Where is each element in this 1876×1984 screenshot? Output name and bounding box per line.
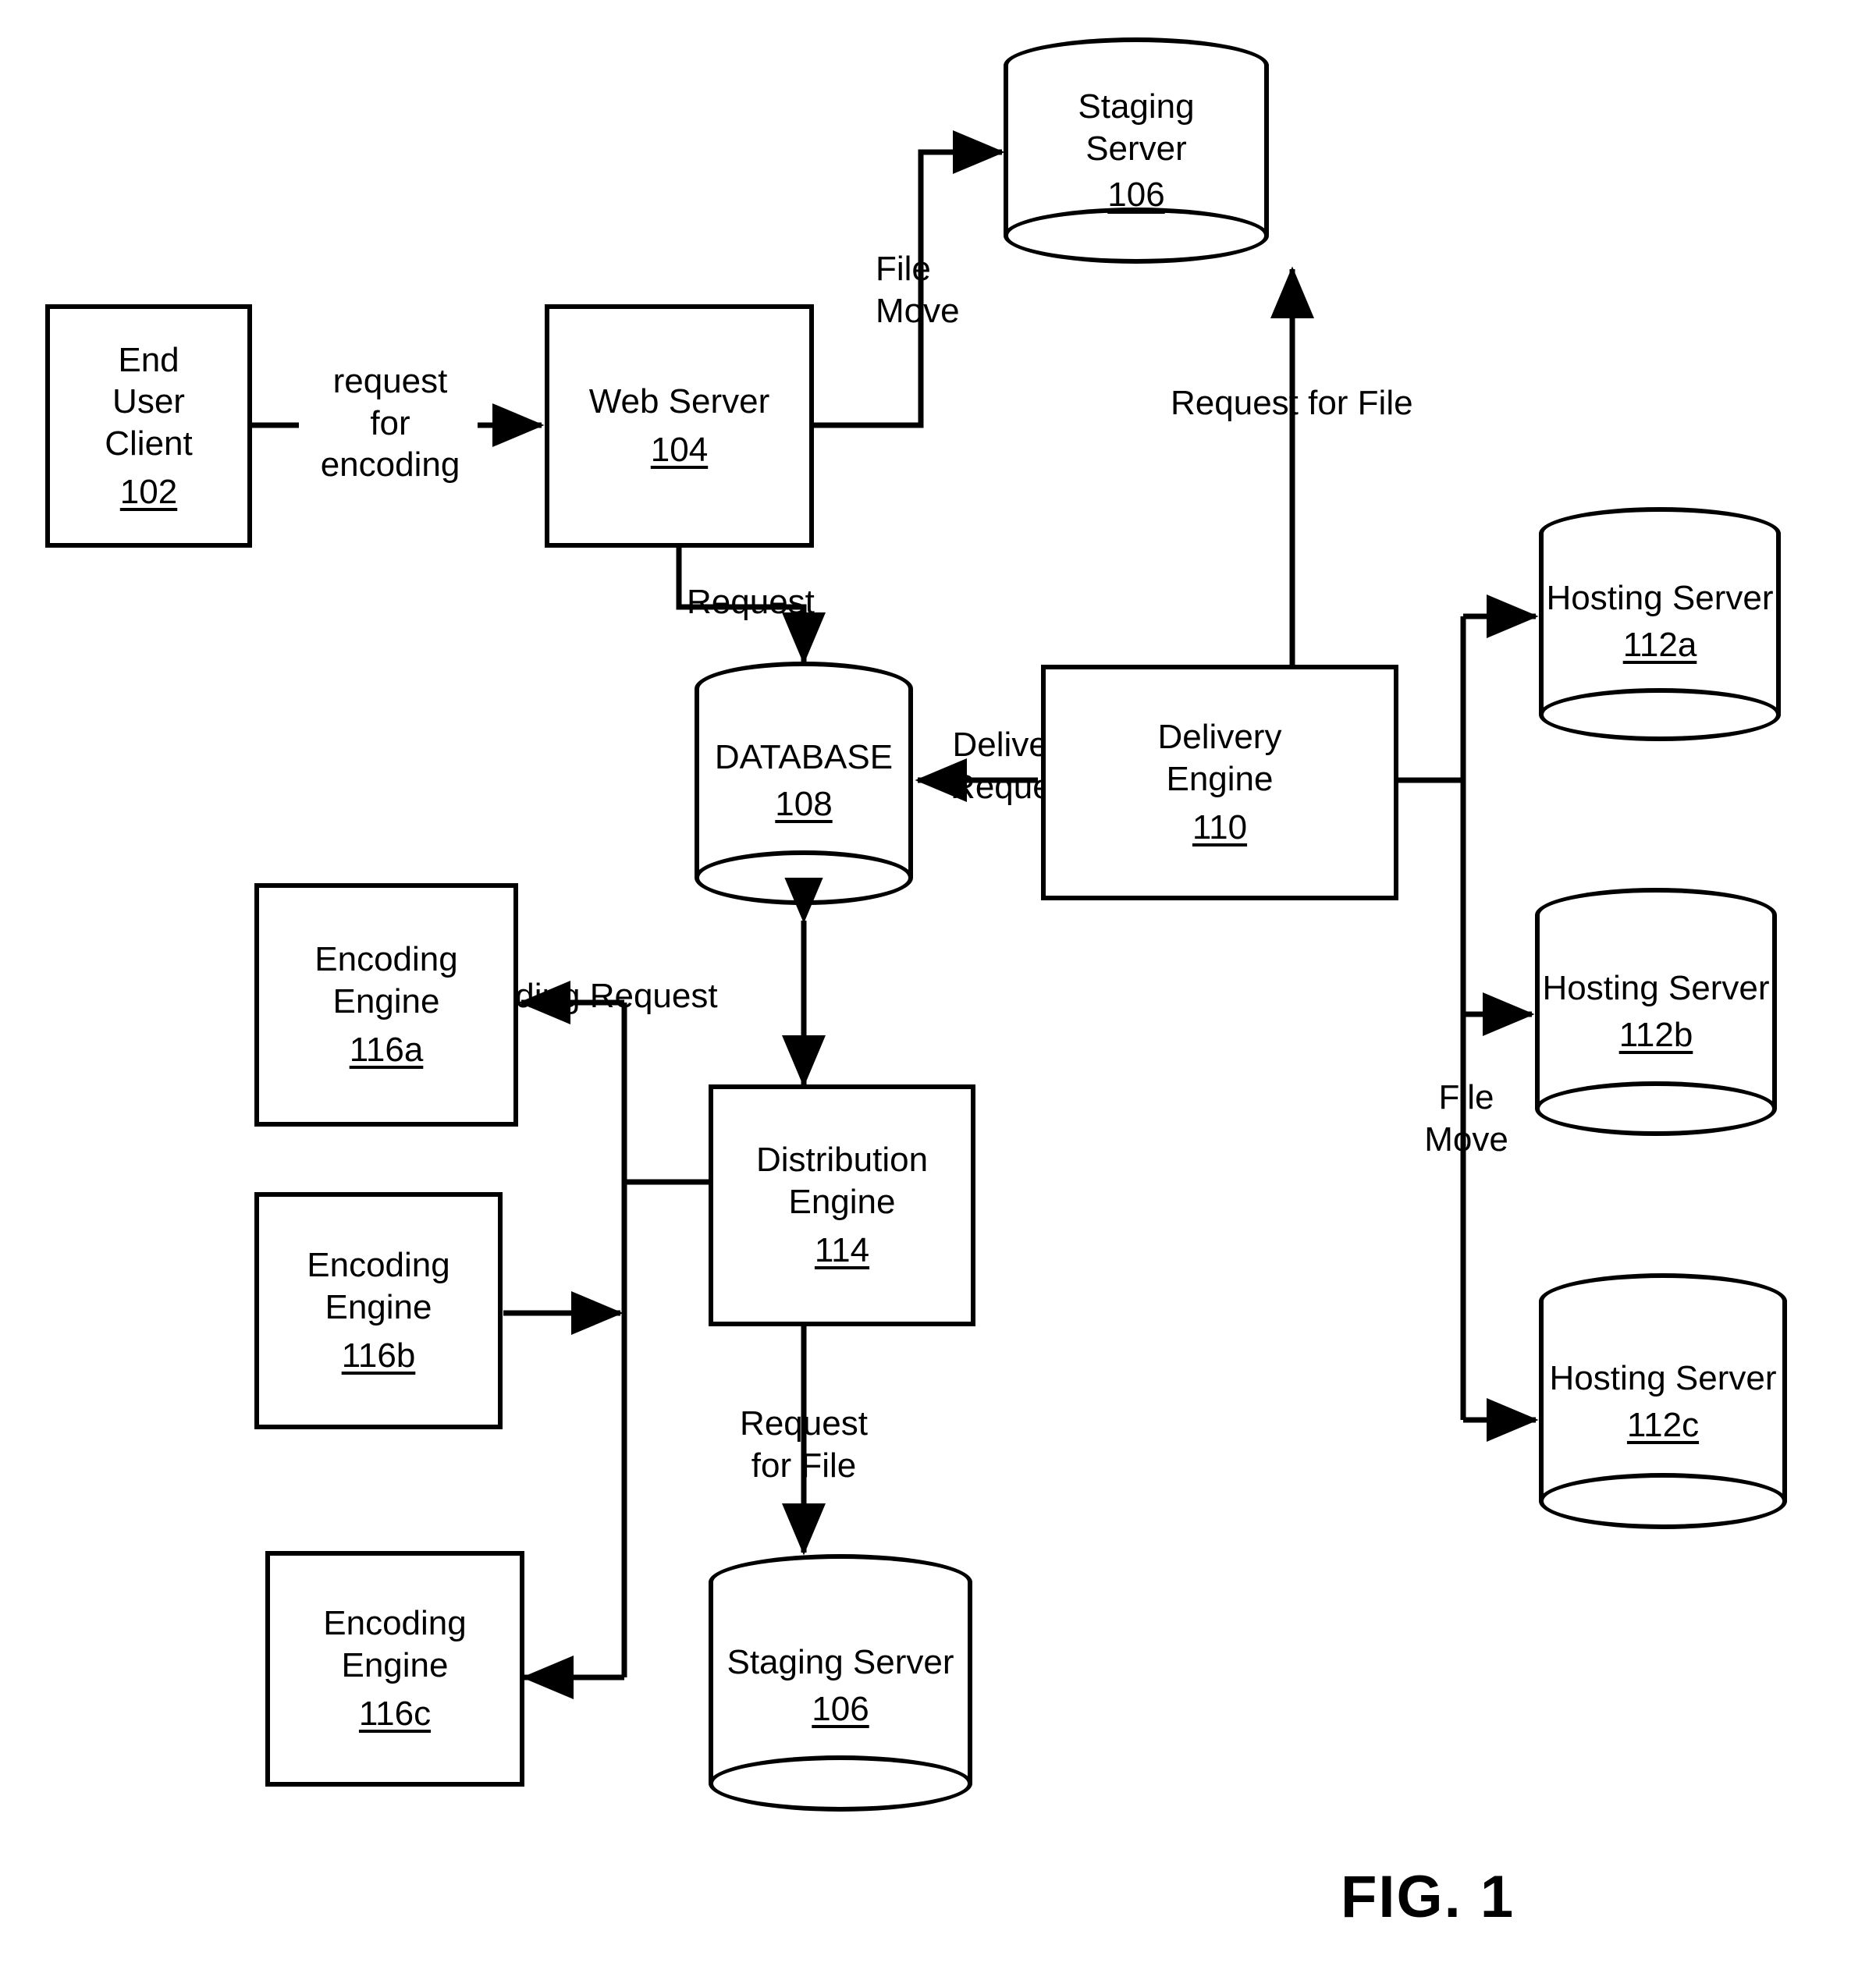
staging-top-label: Staging Server 106 bbox=[1004, 86, 1269, 216]
database-bottom-ellipse bbox=[695, 850, 913, 905]
label-request-for-file-top: Request for File bbox=[1171, 384, 1413, 422]
hosting-b-line1: Hosting Server bbox=[1542, 969, 1770, 1007]
distribution-engine-ref: 114 bbox=[814, 1230, 870, 1269]
node-database: DATABASE 108 bbox=[695, 662, 913, 905]
node-encoding-engine-c: Encoding Engine 116c bbox=[265, 1551, 524, 1787]
database-ref: 108 bbox=[775, 784, 833, 823]
encoding-c-line1: Encoding bbox=[323, 1604, 467, 1643]
hosting-a-ref: 112a bbox=[1622, 625, 1697, 664]
hosting-a-line1: Hosting Server bbox=[1546, 579, 1774, 617]
hosting-c-label: Hosting Server 112c bbox=[1539, 1358, 1787, 1446]
node-staging-server-bottom: Staging Server 106 bbox=[709, 1554, 972, 1812]
hosting-b-label: Hosting Server 112b bbox=[1535, 967, 1777, 1056]
encoding-b-ref: 116b bbox=[341, 1336, 416, 1375]
label-file-move-right: File Move bbox=[1424, 1078, 1508, 1159]
staging-top-line1: Staging bbox=[1078, 87, 1195, 126]
staging-top-ref: 106 bbox=[1107, 176, 1165, 215]
encoding-a-ref: 116a bbox=[349, 1030, 424, 1069]
staging-bottom-ref: 106 bbox=[812, 1689, 869, 1728]
hosting-b-bottom-ellipse bbox=[1535, 1081, 1777, 1136]
label-request-for-file-bottom: Request for File bbox=[740, 1404, 868, 1485]
end-user-client-line2: User bbox=[112, 382, 185, 421]
delivery-engine-ref: 110 bbox=[1192, 807, 1248, 846]
node-staging-server-top: Staging Server 106 bbox=[1004, 37, 1269, 264]
node-end-user-client: End User Client 102 bbox=[45, 304, 252, 548]
encoding-b-line1: Encoding bbox=[307, 1246, 450, 1285]
end-user-client-line3: Client bbox=[105, 424, 193, 463]
hosting-b-ref: 112b bbox=[1618, 1015, 1693, 1054]
encoding-c-ref: 116c bbox=[358, 1694, 432, 1733]
patent-figure-1: End User Client 102 request for encoding… bbox=[0, 0, 1876, 1984]
node-hosting-server-c: Hosting Server 112c bbox=[1539, 1273, 1787, 1529]
distribution-engine-line1: Distribution bbox=[755, 1141, 929, 1180]
encoding-b-line2: Engine bbox=[325, 1288, 432, 1327]
web-server-ref: 104 bbox=[650, 431, 709, 469]
label-request-web-to-db: Request bbox=[687, 583, 815, 621]
distribution-engine-line2: Engine bbox=[788, 1183, 896, 1222]
staging-top-line2: Server bbox=[1085, 129, 1187, 168]
node-delivery-engine: Delivery Engine 110 bbox=[1041, 665, 1398, 900]
encoding-c-line2: Engine bbox=[341, 1646, 449, 1685]
database-line1: DATABASE bbox=[714, 738, 894, 776]
node-encoding-engine-a: Encoding Engine 116a bbox=[254, 883, 518, 1127]
staging-bottom-label: Staging Server 106 bbox=[709, 1642, 972, 1730]
node-hosting-server-b: Hosting Server 112b bbox=[1535, 888, 1777, 1136]
delivery-engine-line2: Engine bbox=[1166, 760, 1274, 799]
node-distribution-engine: Distribution Engine 114 bbox=[709, 1084, 975, 1326]
encoding-a-line1: Encoding bbox=[314, 940, 458, 979]
staging-bottom-bottom-ellipse bbox=[709, 1755, 972, 1812]
hosting-c-ref: 112c bbox=[1626, 1405, 1700, 1444]
hosting-a-label: Hosting Server 112a bbox=[1539, 577, 1781, 665]
node-web-server: Web Server 104 bbox=[545, 304, 814, 548]
node-hosting-server-a: Hosting Server 112a bbox=[1539, 507, 1781, 741]
staging-bottom-line1: Staging Server bbox=[727, 1643, 954, 1681]
hosting-c-line1: Hosting Server bbox=[1549, 1359, 1777, 1397]
node-encoding-engine-b: Encoding Engine 116b bbox=[254, 1192, 503, 1429]
end-user-client-line1: End bbox=[118, 340, 179, 379]
end-user-client-ref: 102 bbox=[119, 472, 178, 511]
encoding-a-line2: Engine bbox=[332, 982, 440, 1021]
hosting-a-bottom-ellipse bbox=[1539, 688, 1781, 741]
hosting-c-bottom-ellipse bbox=[1539, 1473, 1787, 1529]
delivery-engine-line1: Delivery bbox=[1157, 718, 1282, 757]
figure-caption: FIG. 1 bbox=[1341, 1864, 1515, 1930]
web-server-line1: Web Server bbox=[588, 382, 770, 421]
database-label: DATABASE 108 bbox=[695, 736, 913, 825]
label-request-for-encoding: request for encoding bbox=[320, 362, 460, 484]
